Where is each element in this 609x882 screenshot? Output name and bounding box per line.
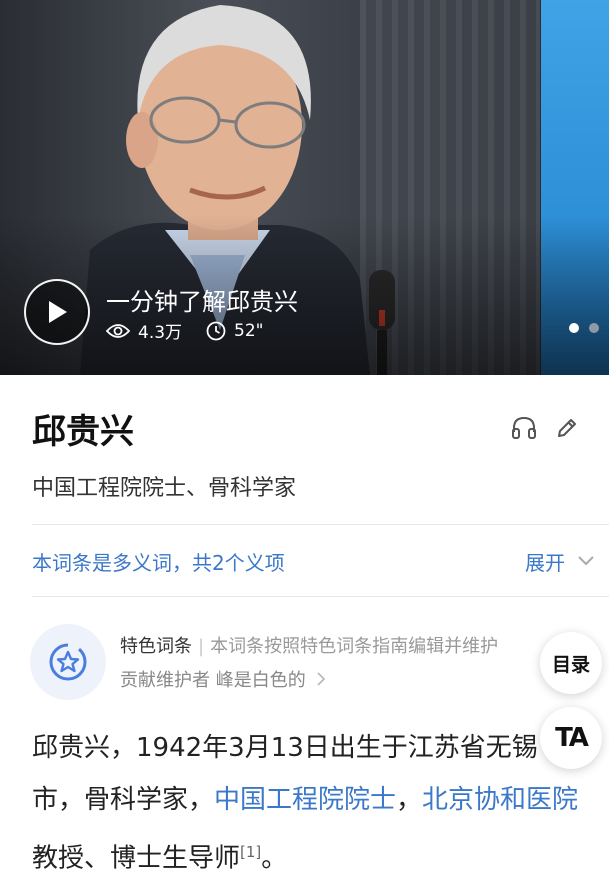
headphones-icon: [512, 416, 536, 439]
link-hospital[interactable]: 北京协和医院: [422, 785, 578, 815]
duration-value: 52": [234, 320, 264, 341]
expand-label: 展开: [525, 550, 565, 575]
entry-subtitle: 中国工程院院士、骨科学家: [32, 476, 297, 501]
video-title: 一分钟了解邱贵兴: [106, 288, 298, 316]
polysemy-bar[interactable]: 本词条是多义词，共2个义项 展开: [32, 543, 595, 579]
summary-text-1: 邱贵兴，1942年3月13日出生于江苏省无锡: [32, 733, 538, 763]
carousel-dot-1[interactable]: [569, 323, 579, 333]
listen-button[interactable]: [511, 416, 537, 440]
featured-maintainer[interactable]: 贡献维护者 峰是白色的: [120, 666, 326, 692]
featured-entry-card[interactable]: 特色词条 | 本词条按照特色词条指南编辑并维护 贡献维护者 峰是白色的: [30, 622, 609, 702]
play-icon: [49, 301, 67, 323]
star-badge-icon: [49, 643, 87, 681]
video-views: 4.3万: [106, 318, 182, 343]
entry-header: 邱贵兴: [32, 404, 579, 452]
clock-icon: [206, 321, 226, 340]
entry-summary: 邱贵兴，1942年3月13日出生于江苏省无锡 市，骨科学家，中国工程院院士，北京…: [32, 722, 592, 882]
video-meta: 4.3万 52": [106, 318, 288, 343]
ta-button[interactable]: TA: [540, 707, 602, 769]
video-duration: 52": [206, 320, 264, 341]
summary-tail: 教授、博士生导师: [32, 843, 241, 874]
toc-label: 目录: [551, 653, 590, 676]
toc-button[interactable]: 目录: [540, 632, 602, 694]
ta-label: TA: [555, 723, 589, 753]
featured-badge: [30, 624, 106, 700]
page-title: 邱贵兴: [32, 411, 134, 452]
link-academician[interactable]: 中国工程院院士: [214, 785, 396, 815]
maintainer-text: 贡献维护者 峰是白色的: [120, 670, 306, 691]
polysemy-text[interactable]: 本词条是多义词，共2个义项: [32, 547, 285, 576]
reference-marker[interactable]: [1]: [240, 843, 261, 861]
carousel-dots[interactable]: [559, 323, 599, 333]
divider: [32, 524, 609, 525]
video-hero[interactable]: 一分钟了解邱贵兴 4.3万 52": [0, 0, 609, 375]
featured-title-line: 特色词条 | 本词条按照特色词条指南编辑并维护: [120, 636, 499, 657]
header-actions: [493, 416, 579, 440]
summary-comma: ，: [396, 785, 423, 815]
video-overlay-gradient: [0, 215, 609, 375]
chevron-right-icon: [317, 672, 326, 686]
summary-text-2: 市，骨科学家，: [32, 785, 215, 815]
chevron-down-icon: [578, 556, 594, 566]
summary-end: 。: [261, 843, 288, 874]
featured-label: 特色词条: [120, 636, 192, 657]
expand-button[interactable]: 展开: [525, 547, 595, 576]
carousel-dot-2[interactable]: [589, 323, 599, 333]
play-button[interactable]: [24, 279, 90, 345]
eye-icon: [106, 323, 130, 338]
pencil-icon: [558, 419, 576, 437]
featured-description: 本词条按照特色词条指南编辑并维护: [210, 636, 499, 657]
views-count: 4.3万: [138, 323, 183, 343]
divider: [32, 596, 609, 597]
edit-button[interactable]: [555, 416, 579, 440]
